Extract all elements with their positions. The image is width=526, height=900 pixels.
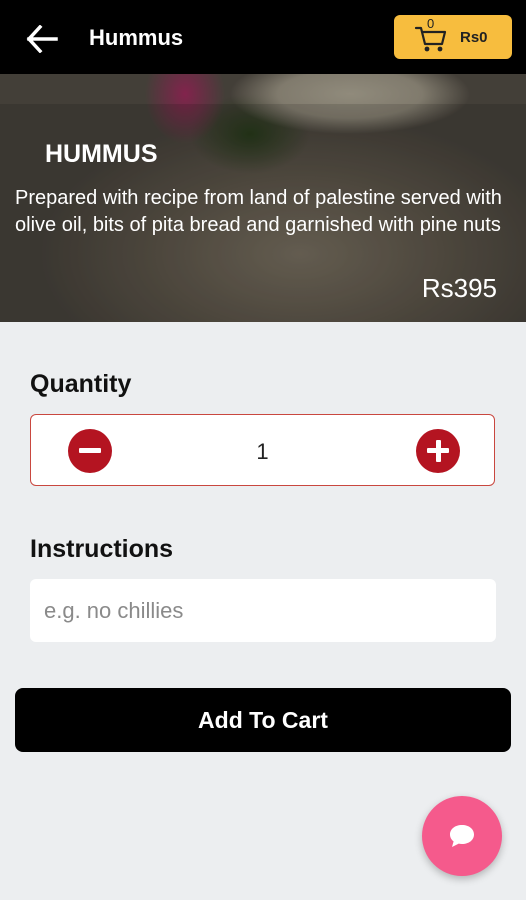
instructions-input[interactable] [30, 579, 496, 642]
arrow-left-icon [26, 25, 58, 53]
quantity-stepper: 1 [30, 414, 495, 486]
cart-count: 0 [427, 16, 435, 31]
back-button[interactable] [22, 19, 62, 59]
item-description: Prepared with recipe from land of palest… [15, 187, 502, 236]
quantity-label: Quantity [30, 370, 132, 398]
chat-button[interactable] [422, 796, 502, 876]
cart-button[interactable]: 0 Rs0 [394, 15, 512, 59]
item-name: HUMMUS [45, 140, 158, 168]
hero-content: HUMMUS Prepared with recipe from land of… [0, 74, 526, 322]
instructions-label: Instructions [30, 535, 174, 563]
cart-icon-wrap: 0 [414, 16, 448, 54]
item-detail-screen: Hummus 0 Rs0 HUMMUS Prepared with recipe… [0, 0, 526, 900]
increase-quantity-button[interactable] [416, 429, 460, 473]
app-bar: Hummus 0 Rs0 [0, 0, 526, 74]
item-hero-image: HUMMUS Prepared with recipe from land of… [0, 74, 526, 322]
chat-bubble-icon [450, 825, 474, 847]
page-title: Hummus [89, 25, 184, 50]
cart-total: Rs0 [460, 28, 488, 46]
item-price: Rs395 [421, 273, 497, 303]
add-to-cart-button[interactable]: Add To Cart [15, 688, 511, 752]
